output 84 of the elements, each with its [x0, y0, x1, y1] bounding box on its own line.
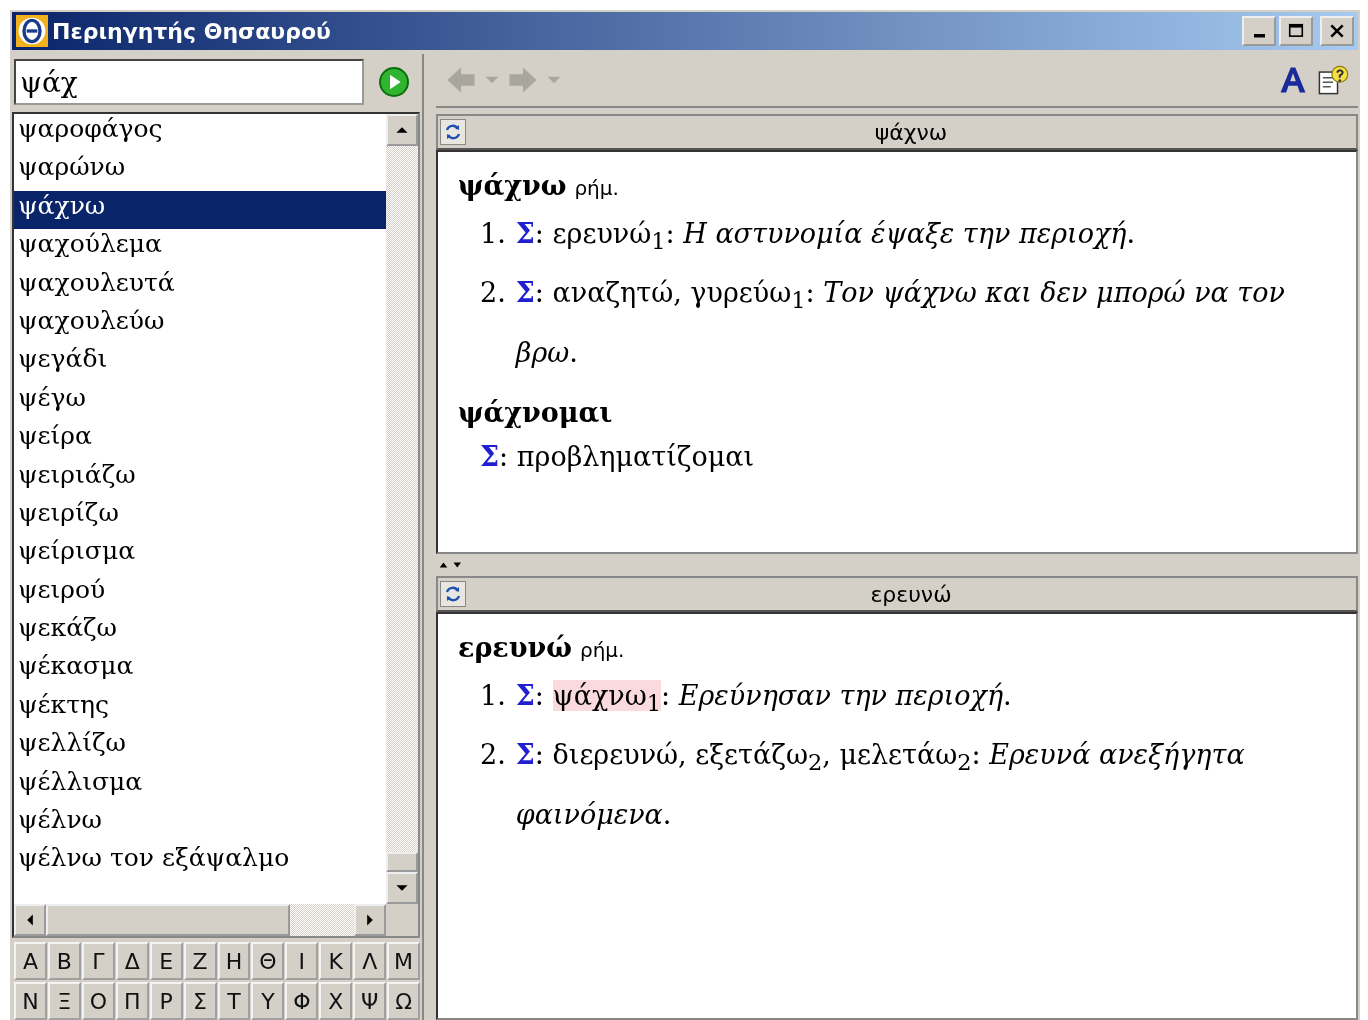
letter-button[interactable]: Ρ [149, 982, 183, 1020]
sense-text: Σ: διερευνώ, εξετάζω$_{2}$, μελετάω$_{2}$: Ερευνά ανεξήγητα φαινόμενα. [515, 738, 1246, 832]
headword: ερευνώ [458, 631, 572, 665]
refresh-icon [443, 584, 463, 604]
word-list-item[interactable]: ψαροφάγος [14, 114, 386, 153]
synonym-link[interactable]: Σ [515, 739, 535, 771]
sync-button[interactable] [440, 119, 466, 145]
app-logo-icon [16, 15, 48, 47]
letter-button[interactable]: Λ [353, 942, 387, 980]
sense-number: 2. [480, 276, 506, 311]
word-list-item[interactable]: ψειρού [14, 574, 386, 614]
letter-button[interactable]: Ν [14, 982, 47, 1020]
word-list-item[interactable]: ψέκτης [14, 689, 386, 729]
word-list-item[interactable]: ψέλνω [14, 805, 386, 844]
word-list-item[interactable]: ψελλίζω [14, 728, 386, 767]
letter-button[interactable]: Π [115, 982, 149, 1020]
sense-text: Σ: αναζητώ, γυρεύω$_{1}$: Τον ψάχνω και δεν μπορώ να τον βρω. [515, 276, 1286, 370]
word-list-item[interactable]: ψάχνω [14, 190, 386, 230]
letter-button[interactable]: Μ [387, 942, 421, 980]
pane-title: ψάχνω [873, 119, 949, 145]
pane-title: ερευνώ [869, 581, 953, 607]
part-of-speech: ρήμ. [579, 638, 625, 662]
word-list-item[interactable]: ψέλλισμα [14, 766, 386, 806]
word-list-item[interactable]: ψέγω [14, 382, 386, 422]
minimize-button[interactable] [1242, 16, 1276, 46]
letter-button[interactable]: Κ [319, 942, 353, 980]
word-list-item[interactable]: ψαχούλεμα [14, 229, 386, 268]
word-list-item[interactable]: ψείρα [14, 421, 386, 460]
word-list-item[interactable]: ψειριάζω [14, 459, 386, 498]
word-list-item[interactable]: ψαχουλευτά [14, 267, 386, 306]
vertical-scrollbar[interactable] [386, 114, 418, 904]
letter-button[interactable]: Ξ [47, 982, 81, 1020]
word-list-item[interactable]: ψαρώνω [14, 152, 386, 191]
letter-button[interactable]: Γ [81, 942, 115, 980]
letter-button[interactable]: Η [217, 942, 251, 980]
minimize-icon [1253, 34, 1265, 38]
word-list-item[interactable]: ψέλνω τον εξάψαλμο [14, 843, 386, 882]
synonym-link[interactable]: Σ [515, 277, 535, 309]
sense-number: 1. [480, 679, 506, 713]
search-field[interactable]: ψάχ [14, 59, 364, 105]
headword: ψάχνω [458, 169, 567, 203]
synonym-link[interactable]: Σ [515, 218, 535, 249]
letter-button[interactable]: Ο [81, 982, 115, 1020]
synonym-link[interactable]: Σ [515, 680, 535, 711]
window-title: Περιηγητής Θησαυρού [52, 18, 331, 44]
refresh-icon [443, 122, 463, 142]
word-list-item[interactable]: ψειρίζω [14, 497, 386, 537]
letter-button[interactable]: Δ [115, 942, 149, 980]
letter-button[interactable]: Τ [217, 982, 251, 1020]
word-list-item[interactable]: ψείρισμα [14, 536, 386, 575]
letter-button[interactable]: Ε [149, 942, 183, 980]
letter-button[interactable]: Χ [319, 982, 353, 1020]
word-list-item[interactable]: ψαχουλεύω [14, 305, 386, 345]
letter-button[interactable]: Ω [387, 982, 421, 1020]
play-icon [378, 66, 410, 98]
close-button[interactable] [1320, 16, 1354, 46]
sense-number: 1. [480, 217, 506, 251]
sense-text: Σ: ψάχνω$_{1}$: Ερεύνησαν την περιοχή. [515, 679, 1013, 719]
word-list-item[interactable]: ψεγάδι [14, 344, 386, 383]
letter-button[interactable]: Β [47, 942, 81, 980]
letter-button[interactable]: Ι [285, 942, 319, 980]
headword: ψάχνομαι [458, 395, 613, 430]
sense-text: Σ: ερευνώ$_{1}$: Η αστυνομία έψαξε την περιοχή. [515, 217, 1137, 257]
maximize-button[interactable] [1279, 16, 1313, 46]
scrollbar-corner [386, 904, 418, 936]
scrollbar-thumb[interactable] [386, 852, 418, 872]
letter-button[interactable]: Θ [251, 942, 285, 980]
letter-button[interactable]: Ψ [353, 982, 387, 1020]
sense-number: 2. [480, 738, 506, 773]
word-list-item[interactable]: ψεκάζω [14, 613, 386, 652]
letter-button[interactable]: Α [14, 942, 47, 980]
sync-button[interactable] [440, 581, 466, 607]
maximize-icon [1288, 23, 1304, 39]
sense-text: Σ: προβληματίζομαι [480, 439, 756, 474]
letter-button[interactable]: Σ [183, 982, 217, 1020]
synonym-link[interactable]: Σ [480, 440, 500, 472]
part-of-speech: ρήμ. [574, 176, 619, 200]
letter-button[interactable]: Φ [285, 982, 319, 1020]
word-list-item[interactable]: ψέκασμα [14, 651, 386, 690]
close-icon [1329, 23, 1345, 39]
letter-button[interactable]: Ζ [183, 942, 217, 980]
letter-button[interactable]: Υ [251, 982, 285, 1020]
horizontal-scrollbar[interactable] [14, 904, 418, 936]
help-document-icon[interactable] [1316, 63, 1350, 97]
